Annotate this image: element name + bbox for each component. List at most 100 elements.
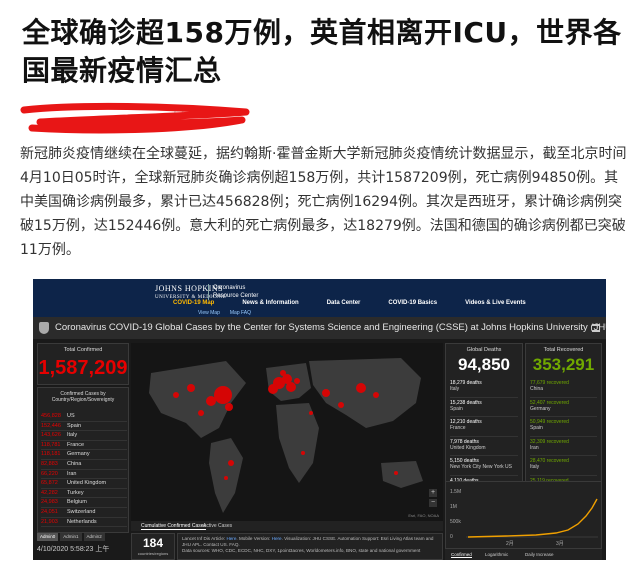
notes-line-1: Lancet Inf Dis Article: Here. Mobile Ver…: [182, 536, 438, 548]
country-row[interactable]: 24,051 Switzerland: [41, 508, 127, 518]
jhu-header-bar: JOHNS HOPKINS UNIVERSITY & MEDICINE Coro…: [33, 279, 606, 317]
subnav-view-map[interactable]: View Map: [198, 310, 220, 316]
deaths-row[interactable]: 7,978 deaths United Kingdom: [450, 437, 518, 457]
country-row[interactable]: 21,903 Netherlands: [41, 518, 127, 528]
mobile-version-link[interactable]: Here: [272, 536, 282, 541]
recovered-row[interactable]: 50,949 recovered Spain: [530, 417, 597, 437]
nav-covid-map[interactable]: COVID-19 Map: [173, 300, 214, 306]
header-divider: [208, 284, 209, 300]
zoom-in-button[interactable]: +: [429, 489, 437, 497]
tab-chart-daily-increase[interactable]: Daily Increase: [525, 552, 554, 557]
country-row[interactable]: 118,181 Germany: [41, 450, 127, 460]
deaths-row-name: Italy: [450, 386, 460, 392]
countries-count-label: countries/regions: [137, 551, 169, 556]
notes-text: Lancet Inf Dis Article:: [182, 536, 227, 541]
tab-active-cases[interactable]: Active Cases: [203, 523, 232, 529]
country-name: Switzerland: [67, 508, 96, 515]
country-name: US: [67, 413, 75, 419]
country-confirmed-value: 42,282: [41, 489, 58, 496]
confirmed-list-header: Confirmed Cases by Country/Region/Sovere…: [51, 391, 115, 403]
country-list: 456,828 US 152,446 Spain 143,626 Italy 118,781…: [41, 412, 127, 528]
red-scribble-redaction: [20, 102, 250, 134]
country-confirmed-value: 456,828: [41, 413, 61, 419]
recovered-row-name: Iran: [530, 444, 539, 451]
country-name: Turkey: [67, 489, 84, 496]
trend-chart-graphic: 1.5M 1M 500k 0 2月 3月: [450, 489, 598, 547]
article-link[interactable]: Here: [226, 536, 236, 541]
country-confirmed-value: 21,903: [41, 518, 58, 525]
world-map-graphic: [149, 358, 423, 513]
recovered-row[interactable]: 28,470 recovered Italy: [530, 456, 597, 476]
country-confirmed-value: 118,181: [41, 451, 61, 458]
country-row[interactable]: 82,883 China: [41, 460, 127, 470]
country-name: China: [67, 460, 82, 467]
nav-videos[interactable]: Videos & Live Events: [465, 300, 526, 306]
recovered-row[interactable]: 77,679 recovered China: [530, 378, 597, 398]
hamburger-menu-icon[interactable]: [592, 324, 600, 332]
nav-basics[interactable]: COVID-19 Basics: [388, 300, 437, 306]
country-confirmed-value: 118,781: [41, 441, 61, 448]
total-confirmed-panel: Total Confirmed 1,587,209: [37, 343, 129, 385]
deaths-row-name: France: [450, 425, 466, 432]
country-confirmed-value: 143,626: [41, 432, 61, 439]
redacted-author-line: 5-27: [20, 102, 250, 136]
country-confirmed-value: 82,883: [41, 460, 58, 467]
tab-chart-logarithmic[interactable]: Logarithmic: [485, 552, 508, 557]
country-row[interactable]: 143,626 Italy: [41, 431, 127, 441]
deaths-row[interactable]: 5,150 deaths New York City New York US: [450, 456, 518, 476]
deaths-row-name: Spain: [450, 405, 463, 412]
tab-chart-confirmed[interactable]: Confirmed: [451, 552, 472, 558]
total-confirmed-value: 1,587,209: [38, 357, 128, 379]
total-recovered-value: 353,291: [532, 355, 595, 374]
global-deaths-label: Global Deaths: [466, 347, 502, 353]
country-row[interactable]: 152,446 Spain: [41, 422, 127, 432]
notes-text: . Mobile Version:: [236, 536, 272, 541]
total-confirmed-label: Total Confirmed: [63, 347, 103, 353]
notes-panel: Lancet Inf Dis Article: Here. Mobile Ver…: [177, 533, 443, 560]
confirmed-trend-line: [467, 498, 598, 538]
country-name: Netherlands: [67, 518, 97, 525]
country-name: Belgium: [67, 499, 87, 506]
subnav-map-faq[interactable]: Map FAQ: [230, 310, 251, 316]
world-map[interactable]: + − Esri, FAO, NOAA: [131, 343, 443, 521]
country-row[interactable]: 24,983 Belgium: [41, 498, 127, 508]
country-confirmed-value: 152,446: [41, 422, 61, 429]
recovered-row-name: China: [530, 386, 544, 392]
dashboard-title-bar: Coronavirus COVID-19 Global Cases by the…: [33, 317, 606, 339]
tab-admin0[interactable]: Admin0: [37, 533, 59, 541]
nav-news[interactable]: News & Information: [242, 300, 298, 306]
deaths-row[interactable]: 18,279 deaths Italy: [450, 378, 518, 398]
countries-count-value: 184: [142, 536, 164, 550]
zoom-out-button[interactable]: −: [429, 499, 437, 507]
country-row[interactable]: 42,282 Turkey: [41, 489, 127, 499]
recovered-row-name: Spain: [530, 425, 543, 432]
tab-admin2[interactable]: Admin2: [83, 533, 105, 541]
deaths-row[interactable]: 12,210 deaths France: [450, 417, 518, 437]
country-confirmed-value: 24,051: [41, 508, 58, 515]
x-tick-mar: 3月: [556, 541, 564, 547]
chart-mode-tabs: Confirmed Logarithmic Daily Increase: [445, 549, 602, 560]
country-row[interactable]: 456,828 US: [41, 412, 127, 422]
y-tick-0: 0: [450, 534, 453, 540]
tab-admin1[interactable]: Admin1: [60, 533, 82, 541]
tab-cumulative-confirmed[interactable]: Cumulative Confirmed Cases: [141, 523, 207, 530]
jhu-sub-nav: View Map Map FAQ: [198, 310, 251, 316]
nav-data-center[interactable]: Data Center: [327, 300, 361, 306]
map-attribution: Esri, FAO, NOAA: [408, 513, 439, 518]
country-name: Germany: [67, 451, 90, 458]
y-tick-1-5m: 1.5M: [450, 489, 461, 495]
map-layer-tabs: Cumulative Confirmed Cases Active Cases: [131, 521, 443, 531]
country-row[interactable]: 65,872 United Kingdom: [41, 479, 127, 489]
confirmed-by-country-panel: Confirmed Cases by Country/Region/Sovere…: [37, 387, 129, 533]
deaths-row-name: New York City New York US: [450, 464, 512, 471]
global-deaths-value: 94,850: [458, 355, 510, 374]
total-recovered-label: Total Recovered: [543, 347, 584, 353]
country-row[interactable]: 118,781 France: [41, 441, 127, 451]
x-tick-feb: 2月: [506, 541, 514, 547]
recovered-row[interactable]: 32,309 recovered Iran: [530, 437, 597, 457]
countries-count-panel: 184 countries/regions: [131, 533, 175, 560]
country-row[interactable]: 66,220 Iran: [41, 470, 127, 480]
recovered-row[interactable]: 52,407 recovered Germany: [530, 398, 597, 418]
shield-icon: [39, 322, 49, 334]
deaths-row[interactable]: 15,238 deaths Spain: [450, 398, 518, 418]
